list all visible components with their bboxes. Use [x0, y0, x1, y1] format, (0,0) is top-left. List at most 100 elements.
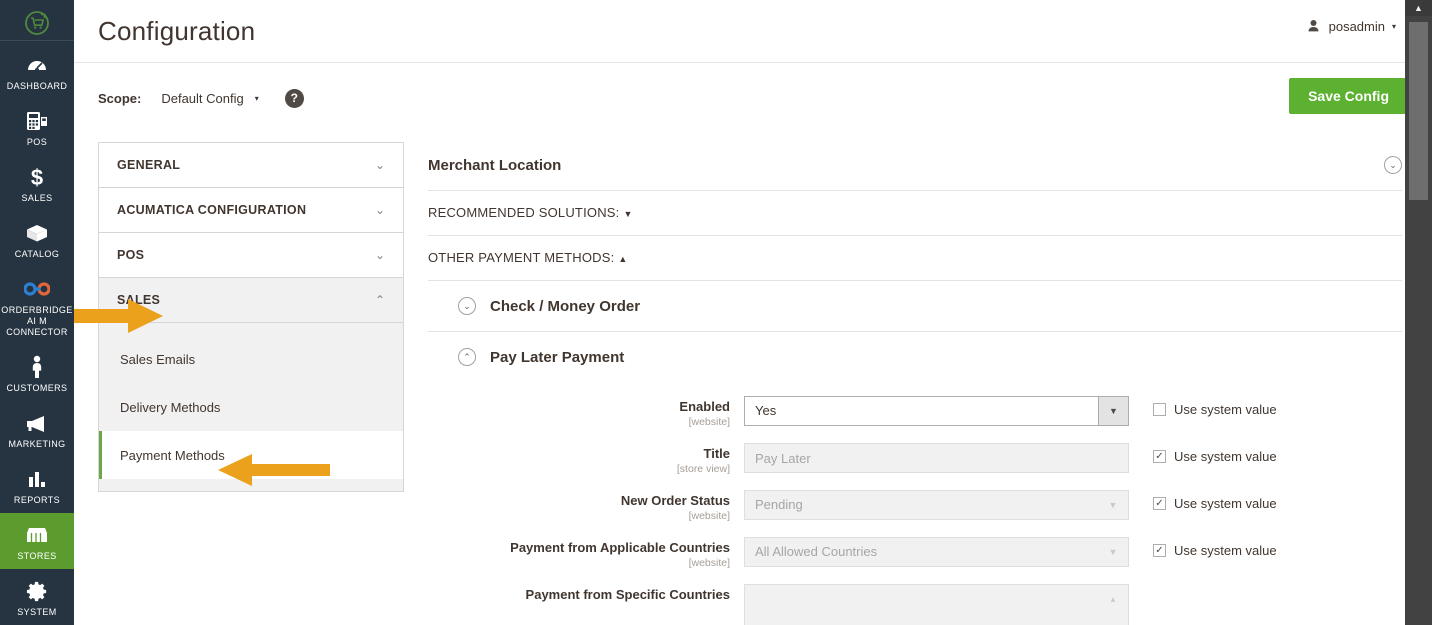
- config-sub-item-sales-emails[interactable]: Sales Emails: [99, 335, 403, 383]
- field-control-title: [744, 443, 1129, 473]
- chevron-down-icon[interactable]: ▼: [1098, 397, 1128, 425]
- admin-sidebar: DASHBOARD POS $ SALES CATALOG ORDERBRIDG…: [0, 0, 74, 625]
- help-icon[interactable]: ?: [284, 88, 304, 108]
- config-nav: GENERAL ⌄ ACUMATICA CONFIGURATION ⌄ POS …: [98, 142, 404, 492]
- sidebar-label-pos: POS: [26, 137, 48, 147]
- sidebar-item-stores[interactable]: STORES: [0, 513, 74, 569]
- megaphone-icon: [24, 410, 50, 436]
- chevron-up-circle-icon[interactable]: ⌃: [458, 348, 476, 366]
- dollar-sign-icon: $: [27, 164, 47, 190]
- magento-cart-logo[interactable]: [0, 6, 74, 41]
- sidebar-label-orderbridge-connector: ORDERBRIDGE AI M CONNECTOR: [1, 305, 73, 337]
- field-label-payment-specific-countries: Payment from Specific Countries: [428, 584, 744, 603]
- sidebar-label-system: SYSTEM: [17, 607, 57, 617]
- page-header: Configuration posadmin ▾: [74, 0, 1432, 62]
- use-system-value-new-order-status[interactable]: ✓ Use system value: [1129, 490, 1277, 511]
- sidebar-item-reports[interactable]: REPORTS: [0, 457, 74, 513]
- new-order-status-value: Pending: [755, 497, 803, 512]
- field-scope-text: [website]: [688, 510, 730, 522]
- field-control-payment-applicable-countries: All Allowed Countries ▼: [744, 537, 1129, 567]
- bar-chart-icon: [26, 466, 48, 492]
- use-system-value-payment-applicable-countries[interactable]: ✓ Use system value: [1129, 537, 1277, 558]
- config-section-acumatica-configuration[interactable]: ACUMATICA CONFIGURATION ⌄: [99, 188, 403, 233]
- scrollbar-thumb[interactable]: [1409, 22, 1428, 200]
- triangle-down-icon: ▼: [623, 209, 633, 219]
- chevron-down-circle-icon[interactable]: ⌄: [458, 297, 476, 315]
- svg-text:$: $: [31, 165, 43, 189]
- dashboard-icon: [26, 52, 48, 78]
- sidebar-item-system[interactable]: SYSTEM: [0, 569, 74, 625]
- group-other-payment-methods[interactable]: OTHER PAYMENT METHODS: ▲: [428, 236, 1402, 281]
- save-config-button[interactable]: Save Config: [1289, 78, 1408, 114]
- chevron-down-icon: ▾: [254, 93, 259, 103]
- group-recommended-solutions[interactable]: RECOMMENDED SOLUTIONS: ▼: [428, 191, 1402, 236]
- config-sub-item-delivery-methods[interactable]: Delivery Methods: [99, 383, 403, 431]
- merchant-location-header[interactable]: Merchant Location ⌄: [428, 142, 1402, 191]
- payment-specific-countries-multiselect[interactable]: ▴: [744, 584, 1129, 625]
- config-sub-label: Sales Emails: [120, 351, 196, 367]
- use-system-value-label: Use system value: [1174, 449, 1277, 464]
- use-system-value-label: Use system value: [1174, 543, 1277, 558]
- field-label-new-order-status: New Order Status [website]: [428, 490, 744, 523]
- admin-user-menu[interactable]: posadmin ▾: [1306, 18, 1396, 34]
- config-section-label: GENERAL: [117, 158, 181, 172]
- field-label-text: Title: [703, 446, 731, 461]
- config-sub-label: Payment Methods: [120, 447, 225, 463]
- config-section-label: POS: [117, 248, 145, 262]
- user-avatar-icon: [1306, 18, 1322, 34]
- person-icon: [29, 354, 45, 380]
- method-check-money-order[interactable]: ⌄ Check / Money Order: [428, 281, 1402, 332]
- field-label-enabled: Enabled [website]: [428, 396, 744, 429]
- chevron-down-icon: ⌄: [374, 248, 385, 262]
- field-label-text: Payment from Applicable Countries: [510, 540, 730, 555]
- checkbox-unchecked[interactable]: [1153, 403, 1166, 416]
- sidebar-item-dashboard[interactable]: DASHBOARD: [0, 43, 74, 99]
- config-sub-list: Sales Emails Delivery Methods Payment Me…: [99, 323, 403, 491]
- config-columns: GENERAL ⌄ ACUMATICA CONFIGURATION ⌄ POS …: [98, 133, 1408, 625]
- method-pay-later-payment[interactable]: ⌃ Pay Later Payment: [428, 332, 1402, 382]
- chevron-down-circle-icon[interactable]: ⌄: [1384, 156, 1402, 174]
- admin-configuration-page: DASHBOARD POS $ SALES CATALOG ORDERBRIDG…: [0, 0, 1432, 625]
- chevron-down-icon: ▼: [1108, 547, 1118, 557]
- gear-icon: [26, 578, 49, 604]
- config-sub-item-payment-methods[interactable]: Payment Methods: [99, 431, 403, 479]
- scope-label: Scope:: [98, 90, 142, 106]
- field-control-payment-specific-countries: ▴: [744, 584, 1129, 625]
- field-scope-text: [website]: [688, 557, 730, 569]
- field-row-payment-applicable-countries: Payment from Applicable Countries [websi…: [428, 537, 1402, 570]
- scrollbar-up-arrow[interactable]: ▲: [1405, 0, 1432, 16]
- sidebar-item-orderbridge-connector[interactable]: ORDERBRIDGE AI M CONNECTOR: [0, 267, 74, 345]
- field-label-text: New Order Status: [620, 493, 730, 508]
- scope-switcher[interactable]: Default Config ▾: [161, 91, 258, 106]
- box-icon: [25, 220, 49, 246]
- page-scrollbar[interactable]: ▲: [1405, 0, 1432, 625]
- use-system-value-enabled[interactable]: Use system value: [1129, 396, 1277, 417]
- field-row-enabled: Enabled [website] Yes ▼ Use system value: [428, 396, 1402, 429]
- group-other-payment-methods-label: OTHER PAYMENT METHODS:: [428, 250, 615, 265]
- title-input[interactable]: [744, 443, 1129, 473]
- checkbox-checked[interactable]: ✓: [1153, 450, 1166, 463]
- field-row-new-order-status: New Order Status [website] Pending ▼ ✓ U…: [428, 490, 1402, 523]
- sidebar-label-reports: REPORTS: [13, 495, 61, 505]
- config-section-general[interactable]: GENERAL ⌄: [99, 143, 403, 188]
- config-section-pos[interactable]: POS ⌄: [99, 233, 403, 278]
- sidebar-item-pos[interactable]: POS: [0, 99, 74, 155]
- config-sub-spacer-top: [99, 323, 403, 335]
- sidebar-label-sales: SALES: [21, 193, 53, 203]
- new-order-status-select[interactable]: Pending ▼: [744, 490, 1129, 520]
- checkbox-checked[interactable]: ✓: [1153, 497, 1166, 510]
- config-section-sales[interactable]: SALES ⌃: [99, 278, 403, 323]
- checkbox-checked[interactable]: ✓: [1153, 544, 1166, 557]
- sidebar-item-customers[interactable]: CUSTOMERS: [0, 345, 74, 401]
- config-sub-spacer-bottom: [99, 479, 403, 491]
- page-title: Configuration: [98, 15, 256, 46]
- sidebar-label-marketing: MARKETING: [8, 439, 66, 449]
- payment-applicable-countries-select[interactable]: All Allowed Countries ▼: [744, 537, 1129, 567]
- sidebar-item-catalog[interactable]: CATALOG: [0, 211, 74, 267]
- sidebar-item-sales[interactable]: $ SALES: [0, 155, 74, 211]
- enabled-select[interactable]: Yes ▼: [744, 396, 1129, 426]
- chevron-down-icon: ▼: [1108, 500, 1118, 510]
- chevron-up-icon: ▴: [1110, 594, 1116, 604]
- use-system-value-title[interactable]: ✓ Use system value: [1129, 443, 1277, 464]
- sidebar-item-marketing[interactable]: MARKETING: [0, 401, 74, 457]
